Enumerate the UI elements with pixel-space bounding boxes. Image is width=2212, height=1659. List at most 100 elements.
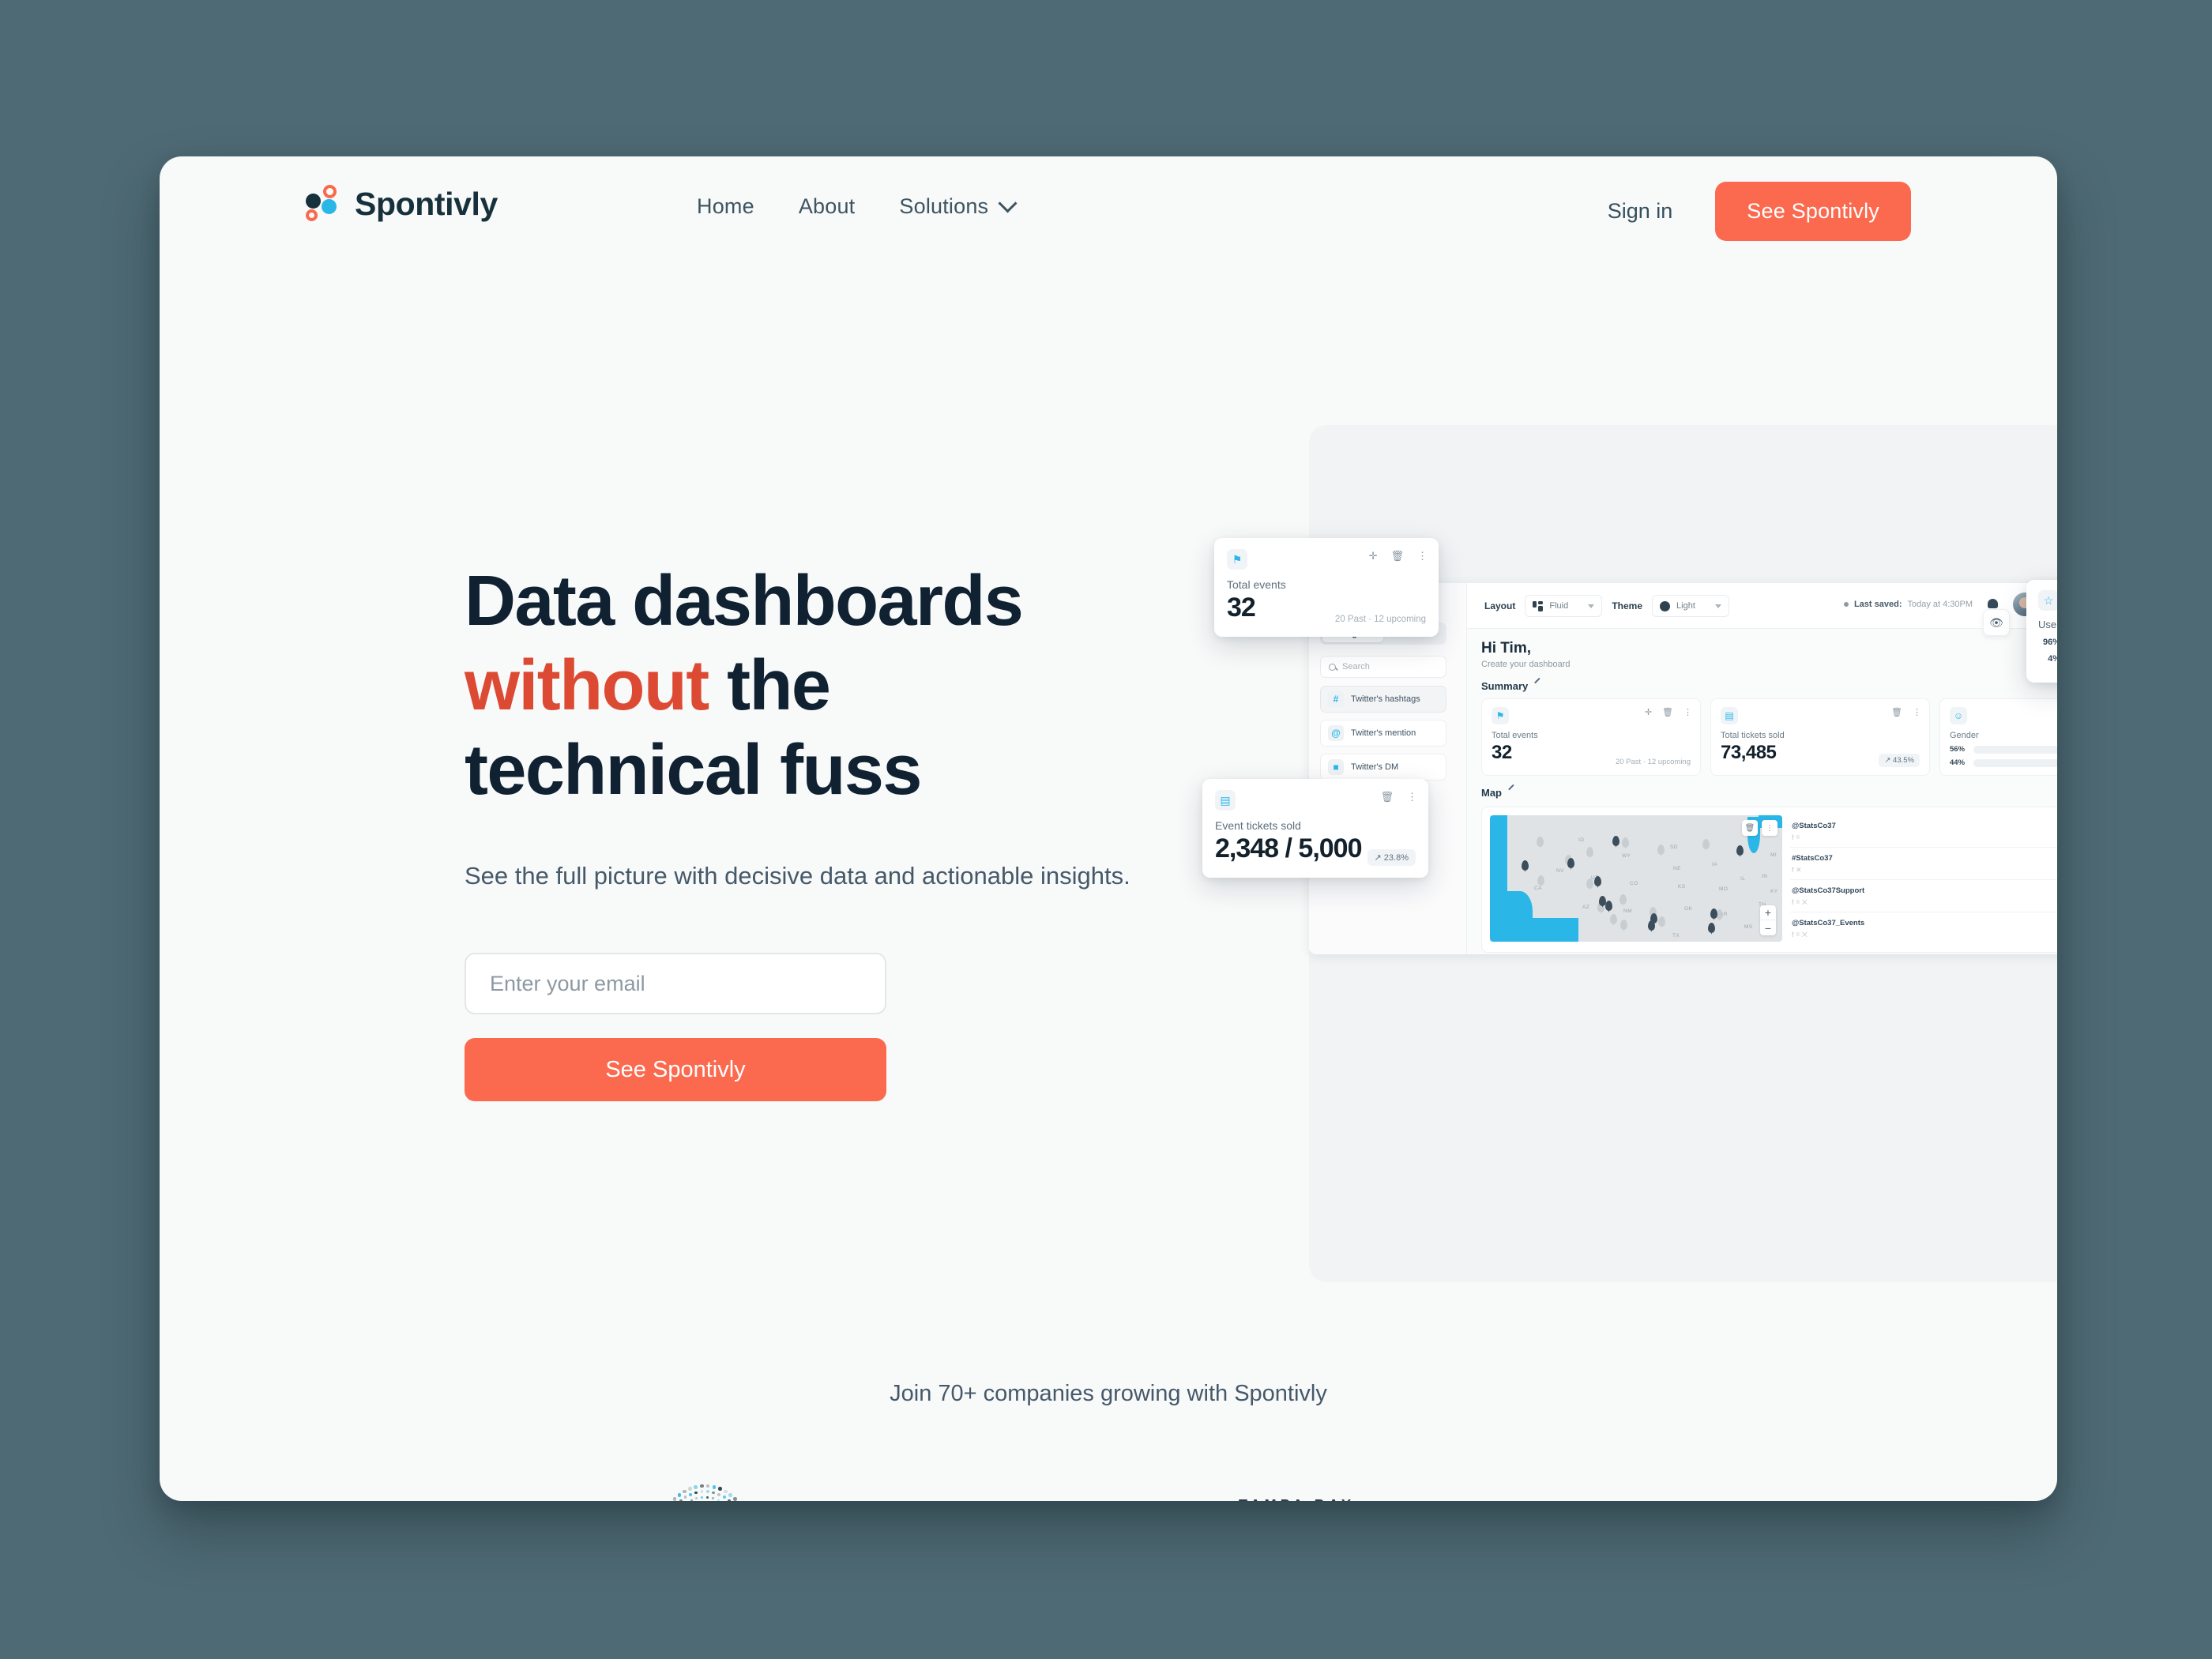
theme-value: Light — [1676, 601, 1695, 611]
preview-eye-button[interactable]: 👁 — [1983, 609, 2010, 636]
social-handle: #StatsCo37 — [1792, 853, 1833, 863]
spontivly-logo-icon — [306, 185, 342, 223]
widget-item-dm[interactable]: ■ Twitter's DM — [1320, 754, 1446, 781]
floating-card-user-feedback: ☆ ✛ 🗑 ⋮ User feedback rating 96% Positiv… — [2026, 580, 2057, 683]
list-item[interactable]: @StatsCo37Support 3,683 f ⌾ ✕ 132,429 (+… — [1790, 880, 2057, 912]
layout-label: Layout — [1484, 600, 1516, 611]
last-saved-value: Today at 4:30PM — [1907, 600, 1973, 609]
gender-bar-track — [1973, 745, 2057, 754]
logo-strip: b bold THRIVE DTSP ATLANTA TECH VILLAGE — [460, 1456, 1757, 1501]
state-label: NM — [1623, 908, 1632, 914]
more-options-icon[interactable]: ⋮ — [1913, 709, 1921, 717]
state-label: KS — [1678, 884, 1686, 890]
kpi-label: Total events — [1492, 731, 1538, 740]
floating-card-event-tickets: ▤ 🗑 ⋮ Event tickets sold 2,348 / 5,000 ↗… — [1202, 779, 1428, 878]
widget-item-label: Twitter's DM — [1351, 762, 1399, 772]
state-label: AZ — [1582, 905, 1590, 910]
status-dot-icon — [1843, 602, 1849, 607]
greeting-subtitle: Create your dashboard — [1481, 660, 1571, 669]
edit-pencil-icon[interactable] — [1533, 682, 1542, 690]
social-network-icons: f ✕ — [1792, 866, 1802, 874]
state-label: MS — [1744, 924, 1753, 930]
section-title-map: Map — [1481, 787, 2057, 799]
social-network-icons: f ⌾ ✕ — [1792, 898, 1808, 906]
more-options-icon[interactable]: ⋮ — [1407, 792, 1417, 802]
gender-title: Gender — [1950, 731, 1979, 740]
sign-in-link[interactable]: Sign in — [1608, 199, 1673, 224]
list-item[interactable]: @StatsCo37_Events 1,426 f ⌾ ✕ 65,893 (+1… — [1790, 912, 2057, 944]
zoom-in-button[interactable]: + — [1760, 905, 1776, 920]
see-spontivly-hero-button[interactable]: See Spontivly — [465, 1038, 886, 1102]
trash-icon[interactable]: 🗑 — [1380, 792, 1394, 802]
layout-icon — [1533, 600, 1544, 611]
feedback-pct: 4% — [2048, 653, 2057, 664]
at-icon: @ — [1328, 725, 1344, 741]
theme-select[interactable]: Light — [1652, 595, 1730, 617]
logo-wordmark: bold — [520, 1499, 619, 1502]
headline-line-1: Data dashboards — [465, 562, 1024, 641]
logo-atlanta-tech-village: ATLANTA TECH VILLAGE — [793, 1492, 935, 1501]
see-spontivly-nav-button[interactable]: See Spontivly — [1715, 182, 1911, 241]
dashboard-topbar: Layout Fluid Theme Light Last saved: Tod… — [1467, 583, 2057, 629]
list-item[interactable]: #StatsCo37 4,101 f ✕ 46,719 (+13.1%) — [1790, 848, 2057, 880]
chevron-down-icon — [1588, 604, 1595, 608]
star-icon: ☆ — [2038, 590, 2057, 611]
widget-item-hashtags[interactable]: # Twitter's hashtags — [1320, 686, 1446, 713]
map-widget: ID WY SD NV UT CO NE IA IL IN MI CA — [1481, 807, 2057, 953]
last-saved-status: Last saved: Today at 4:30PM — [1843, 600, 1973, 609]
nav-item-home[interactable]: Home — [697, 194, 754, 219]
feedback-row-negative: 4% Negative — [2038, 653, 2057, 664]
state-label: IN — [1762, 874, 1768, 879]
move-icon[interactable]: ✛ — [1369, 551, 1378, 561]
card-tools: 🗑 ⋮ — [1380, 792, 1417, 802]
brand-logo[interactable]: Spontivly — [306, 185, 498, 223]
logo-wordmark: Salesloft — [1379, 1501, 1541, 1502]
card-tools: ✛ 🗑 ⋮ — [1369, 551, 1428, 561]
hero-subtitle: See the full picture with decisive data … — [465, 862, 1130, 890]
trash-icon[interactable]: 🗑 — [1662, 709, 1673, 717]
more-options-icon[interactable]: ⋮ — [1683, 709, 1692, 717]
logo-league-of-innovators: LEAGUE of INNOVATORS — [1573, 1497, 1757, 1501]
sidebar-search[interactable]: Search — [1320, 656, 1446, 678]
gender-bar-track — [1973, 758, 2057, 767]
us-map[interactable]: ID WY SD NV UT CO NE IA IL IN MI CA — [1490, 815, 1782, 942]
logo-salesloft: Salesloft® — [1379, 1500, 1548, 1502]
message-icon: ■ — [1328, 759, 1344, 775]
state-label: CO — [1630, 881, 1638, 886]
kpi-row: ⚑ ✛ 🗑 ⋮ Total events 32 20 Past · 12 upc… — [1481, 698, 2057, 776]
dashboard-canvas: Hi Tim, Create your dashboard Summary ⚑ … — [1467, 629, 2057, 954]
logo-subtitle: TAMPA BAY — [1239, 1497, 1355, 1502]
trash-icon[interactable]: 🗑 — [1742, 820, 1758, 836]
email-input[interactable] — [465, 953, 886, 1015]
state-label: SD — [1670, 845, 1678, 850]
kpi-note: 20 Past · 12 upcoming — [1615, 758, 1691, 766]
chevron-down-icon — [998, 194, 1018, 213]
widget-item-mention[interactable]: @ Twitter's mention — [1320, 720, 1446, 747]
nav-item-solutions-label: Solutions — [899, 194, 989, 218]
trash-icon[interactable]: 🗑 — [1390, 551, 1404, 561]
logo-wordmark: LEAGUE — [1573, 1497, 1683, 1501]
widget-item-label: Twitter's mention — [1351, 728, 1416, 738]
floating-card-total-events: ⚑ ✛ 🗑 ⋮ Total events 32 20 Past · 12 upc… — [1214, 538, 1439, 637]
move-icon[interactable]: ✛ — [1645, 709, 1652, 717]
social-handle: @StatsCo37Support — [1792, 886, 1865, 895]
gender-row-male: 56% Male — [1950, 745, 2057, 754]
more-options-icon[interactable]: ⋮ — [1417, 551, 1428, 561]
kpi-tools: ✛ 🗑 ⋮ — [1645, 709, 1692, 717]
more-options-icon[interactable]: ⋮ — [1762, 820, 1778, 836]
trash-icon[interactable]: 🗑 — [1891, 709, 1902, 717]
list-item[interactable]: @StatsCo37 13,147 f ⌾ 653,856 (+4.5%) — [1790, 815, 2057, 848]
nav-item-about[interactable]: About — [799, 194, 856, 219]
state-label: IL — [1740, 876, 1746, 882]
theme-label: Theme — [1612, 600, 1643, 611]
social-network-icons: f ⌾ — [1792, 833, 1800, 841]
card-trend-badge: ↗ 23.8% — [1367, 849, 1416, 866]
layout-select[interactable]: Fluid — [1525, 595, 1603, 617]
edit-pencil-icon[interactable] — [1507, 788, 1516, 797]
screen: Spontivly Home About Solutions Sign in S… — [0, 0, 2212, 1659]
nav-item-solutions[interactable]: Solutions — [899, 194, 1018, 219]
zoom-out-button[interactable]: − — [1760, 920, 1776, 935]
kpi-card-total-events: ⚑ ✛ 🗑 ⋮ Total events 32 20 Past · 12 upc… — [1481, 698, 1701, 776]
widget-list: # Twitter's hashtags @ Twitter's mention… — [1320, 686, 1446, 788]
card-label: Total events — [1227, 578, 1286, 591]
